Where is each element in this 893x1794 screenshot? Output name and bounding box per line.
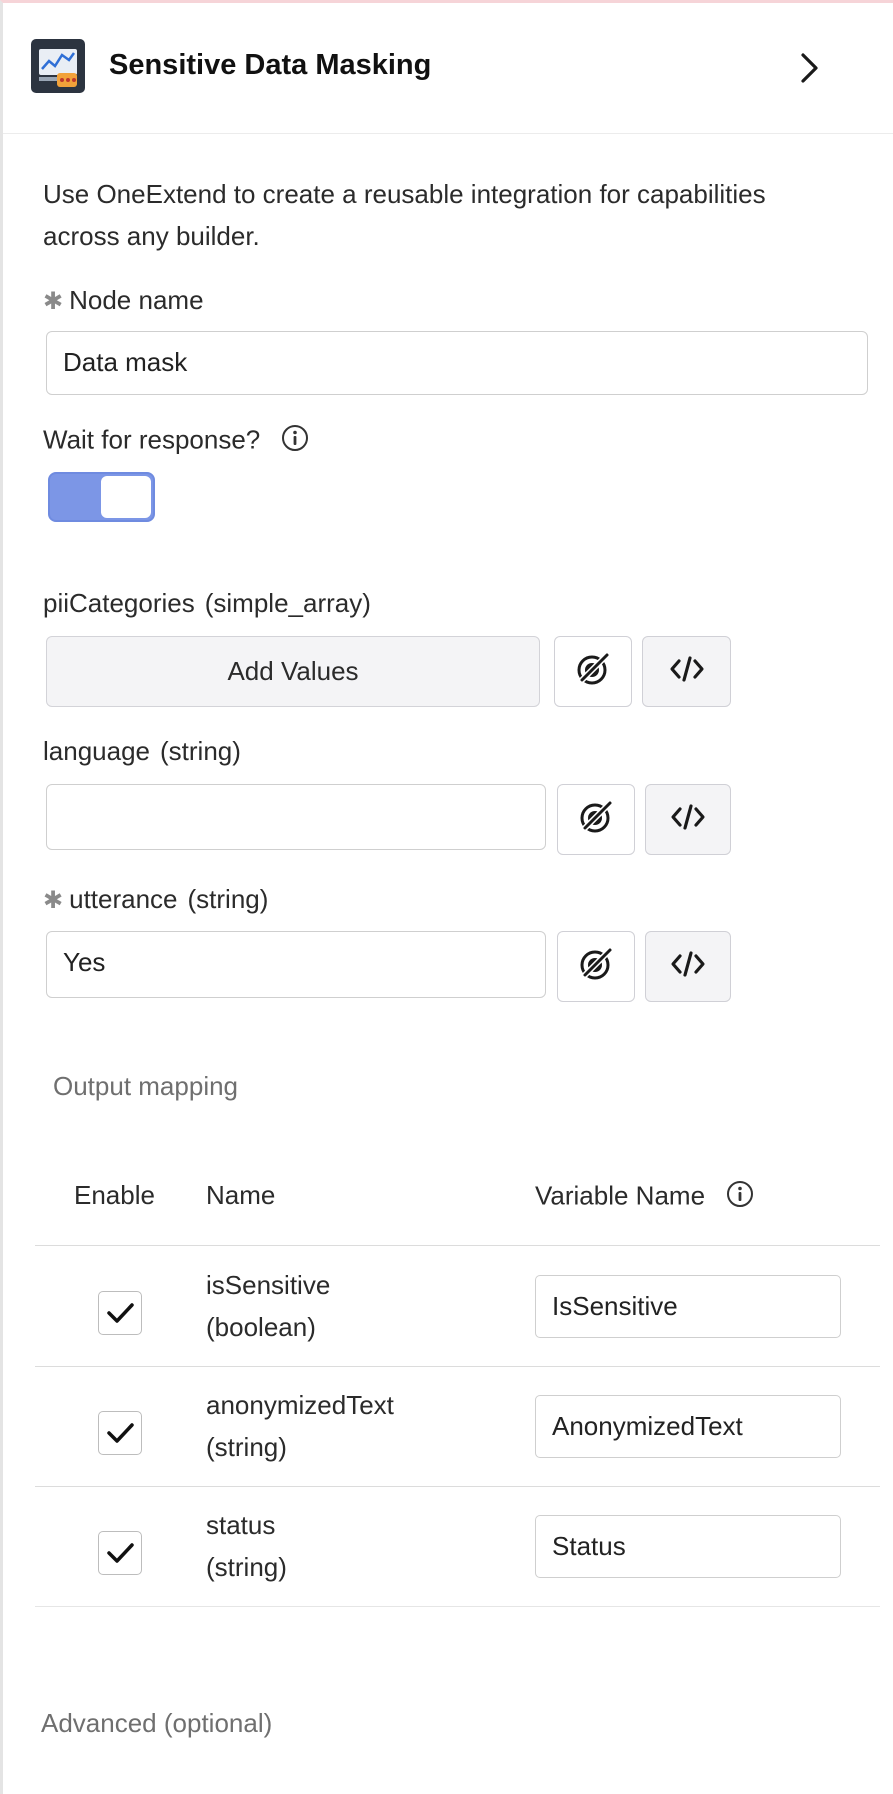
column-header-variable-name: Variable Name bbox=[535, 1180, 754, 1215]
variable-name-input[interactable]: Status bbox=[535, 1515, 841, 1578]
required-asterisk: ✱ bbox=[43, 288, 64, 315]
wait-for-response-toggle[interactable] bbox=[48, 472, 155, 522]
row-divider bbox=[35, 1486, 880, 1487]
code-icon bbox=[670, 803, 706, 836]
pii-categories-variable-button[interactable] bbox=[554, 636, 632, 707]
language-label: language (string) bbox=[43, 736, 241, 766]
language-input[interactable] bbox=[46, 784, 546, 850]
language-code-button[interactable] bbox=[645, 784, 731, 855]
utterance-code-button[interactable] bbox=[645, 931, 731, 1002]
enable-checkbox[interactable] bbox=[98, 1291, 142, 1335]
table-header-divider bbox=[35, 1245, 880, 1246]
variable-target-icon bbox=[573, 649, 613, 694]
enable-checkbox[interactable] bbox=[98, 1411, 142, 1455]
info-icon[interactable] bbox=[726, 1180, 754, 1215]
add-values-button[interactable]: Add Values bbox=[46, 636, 540, 707]
checkmark-icon bbox=[107, 1423, 134, 1443]
utterance-variable-button[interactable] bbox=[557, 931, 635, 1002]
required-asterisk: ✱ bbox=[43, 887, 64, 914]
sensitive-data-masking-panel: Sensitive Data Masking Use OneExtend to … bbox=[0, 0, 893, 1794]
column-header-name: Name bbox=[206, 1180, 276, 1210]
data-masking-app-icon bbox=[31, 39, 85, 93]
code-icon bbox=[670, 950, 706, 983]
variable-target-icon bbox=[576, 944, 616, 989]
variable-target-icon bbox=[576, 797, 616, 842]
row-divider bbox=[35, 1366, 880, 1367]
variable-name-input[interactable]: IsSensitive bbox=[535, 1275, 841, 1338]
table-bottom-divider bbox=[35, 1606, 880, 1607]
node-name-label: ✱ Node name bbox=[43, 285, 204, 315]
output-name-cell: status (string) bbox=[206, 1510, 287, 1582]
toggle-knob bbox=[101, 476, 151, 518]
wait-for-response-label: Wait for response? bbox=[43, 424, 309, 459]
code-icon bbox=[669, 655, 705, 688]
utterance-label: ✱ utterance (string) bbox=[43, 884, 269, 914]
checkmark-icon bbox=[107, 1303, 134, 1323]
utterance-input[interactable]: Yes bbox=[46, 931, 546, 998]
column-header-enable: Enable bbox=[74, 1180, 155, 1210]
panel-title: Sensitive Data Masking bbox=[109, 49, 432, 81]
output-name-cell: anonymizedText (string) bbox=[206, 1390, 394, 1462]
output-mapping-title: Output mapping bbox=[53, 1071, 239, 1101]
pii-categories-label: piiCategories (simple_array) bbox=[43, 588, 371, 618]
enable-checkbox[interactable] bbox=[98, 1531, 142, 1575]
variable-name-input[interactable]: AnonymizedText bbox=[535, 1395, 841, 1458]
language-variable-button[interactable] bbox=[557, 784, 635, 855]
node-name-input[interactable]: Data mask bbox=[46, 331, 868, 395]
pii-categories-code-button[interactable] bbox=[642, 636, 731, 707]
advanced-optional-section[interactable]: Advanced (optional) bbox=[41, 1708, 272, 1739]
panel-header: Sensitive Data Masking bbox=[3, 3, 893, 134]
chevron-right-icon[interactable] bbox=[799, 51, 821, 90]
checkmark-icon bbox=[107, 1543, 134, 1563]
info-icon[interactable] bbox=[281, 424, 309, 459]
output-name-cell: isSensitive (boolean) bbox=[206, 1270, 331, 1342]
panel-description: Use OneExtend to create a reusable integ… bbox=[43, 179, 766, 251]
